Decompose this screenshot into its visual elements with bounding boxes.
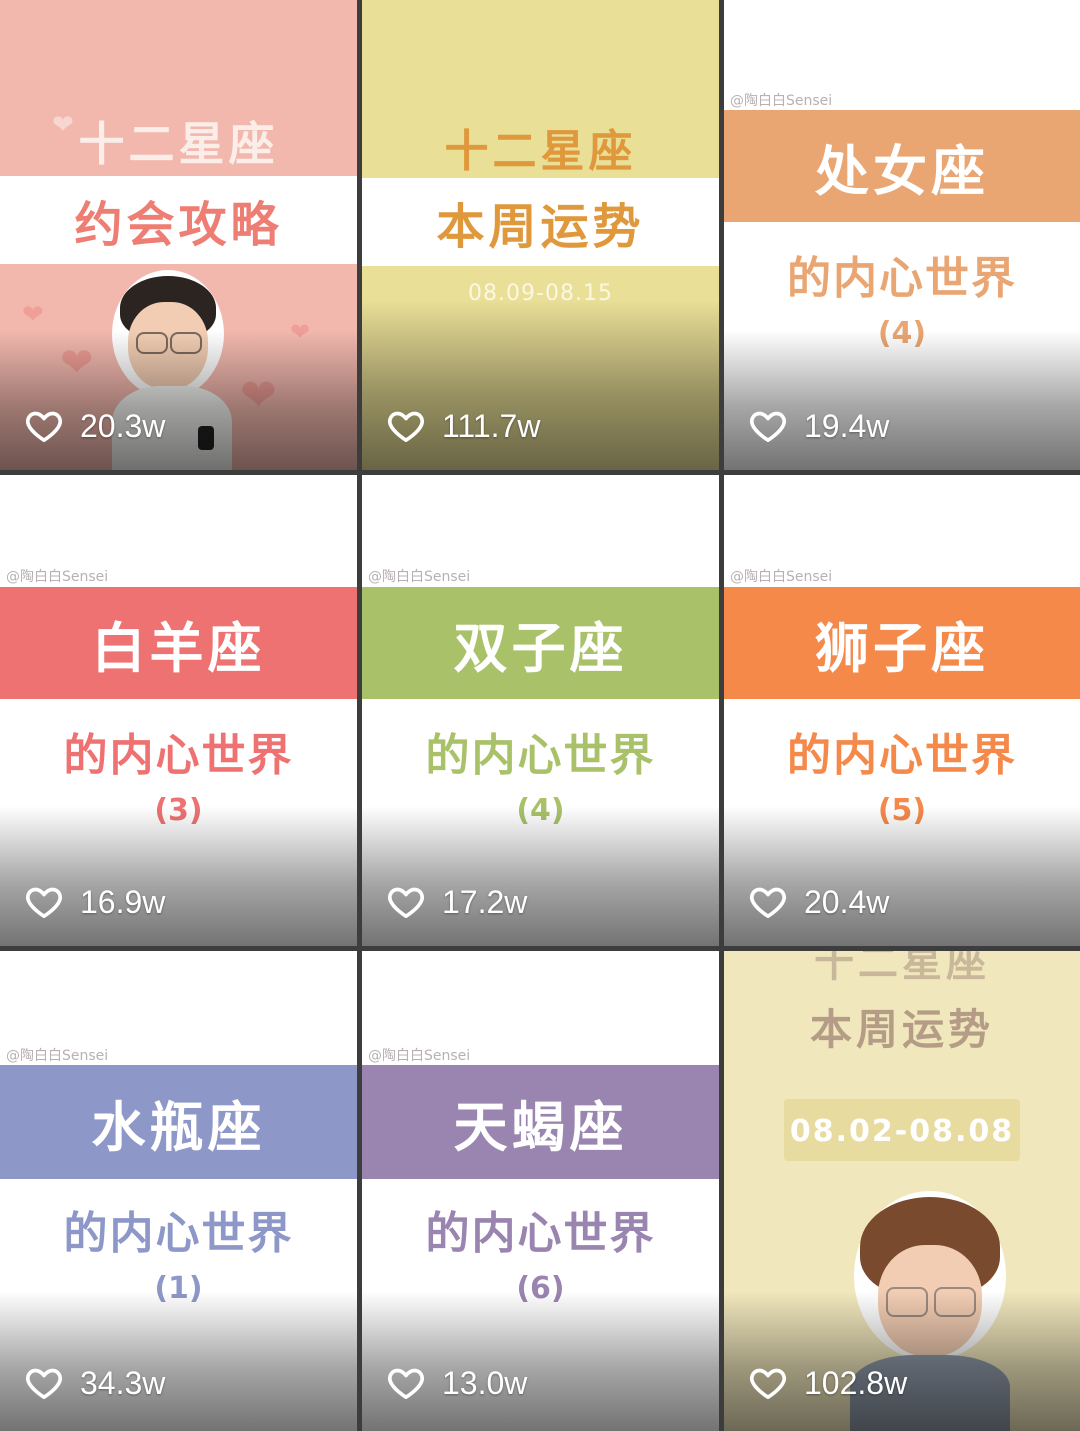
video-tile-8[interactable]: @陶白白Sensei 天蝎座 的内心世界 (6) 13.0w [362, 951, 719, 1431]
bottom-shade [362, 1291, 719, 1431]
title-band: 天蝎座 [362, 1065, 719, 1179]
like-count-text: 13.0w [442, 1364, 528, 1401]
title-band: 双子座 [362, 587, 719, 699]
date-range: 08.02-08.08 [789, 1113, 1015, 1149]
video-tile-5[interactable]: @陶白白Sensei 双子座 的内心世界 (4) 17.2w [362, 475, 719, 946]
video-tile-3[interactable]: @陶白白Sensei 处女座 的内心世界 (4) 19.4w [724, 0, 1080, 470]
title-band: 处女座 [724, 110, 1080, 222]
like-count: 20.4w [748, 882, 889, 922]
subtitle: 的内心世界 [787, 730, 1017, 781]
watermark: @陶白白Sensei [368, 569, 471, 585]
heart-outline-icon [26, 1368, 62, 1399]
like-count: 34.3w [24, 1363, 165, 1403]
like-count: 17.2w [386, 882, 527, 922]
subtitle: 的内心世界 [425, 1208, 656, 1259]
title-band: 白羊座 [0, 587, 357, 699]
heart-outline-icon [388, 887, 424, 918]
title-band: 狮子座 [724, 587, 1080, 699]
title-band: 本周运势 [809, 1004, 994, 1054]
title-band: 约会攻略 [0, 176, 357, 264]
heart-outline-icon [750, 411, 786, 442]
watermark: @陶白白Sensei [730, 93, 833, 109]
like-count-text: 19.4w [804, 407, 890, 444]
like-count-text: 17.2w [442, 883, 528, 920]
bottom-shade [0, 1291, 357, 1431]
video-tile-7[interactable]: @陶白白Sensei 水瓶座 的内心世界 (1) 34.3w [0, 951, 357, 1431]
subtitle: 的内心世界 [425, 730, 656, 781]
heart-outline-icon [388, 1368, 424, 1399]
top-title: 十二星座 [814, 951, 990, 986]
heart-outline-icon [26, 887, 62, 918]
like-count: 13.0w [386, 1363, 527, 1403]
like-count: 16.9w [24, 882, 165, 922]
bottom-shade [724, 806, 1080, 946]
like-count: 102.8w [748, 1363, 907, 1403]
top-title: 十二星座 [444, 126, 637, 177]
watermark: @陶白白Sensei [730, 569, 833, 585]
bottom-shade [0, 330, 357, 470]
like-count: 111.7w [386, 406, 540, 446]
like-count-text: 102.8w [804, 1364, 908, 1401]
video-tile-6[interactable]: @陶白白Sensei 狮子座 的内心世界 (5) 20.4w [724, 475, 1080, 946]
bottom-shade [0, 806, 357, 946]
bottom-shade [362, 806, 719, 946]
heart-outline-icon [750, 887, 786, 918]
heart-outline-icon [388, 411, 424, 442]
bottom-shade [724, 1291, 1080, 1431]
video-tile-4[interactable]: @陶白白Sensei 白羊座 的内心世界 (3) 16.9w [0, 475, 357, 946]
title-band: 本周运势 [362, 178, 719, 266]
heart-decoration-icon: ❤ [22, 300, 44, 330]
heart-outline-icon [26, 411, 62, 442]
like-count-text: 20.3w [80, 407, 166, 444]
subtitle: 的内心世界 [63, 1208, 294, 1259]
subtitle: 的内心世界 [787, 253, 1017, 304]
like-count-text: 20.4w [804, 883, 890, 920]
watermark: @陶白白Sensei [6, 1048, 109, 1064]
watermark: @陶白白Sensei [368, 1048, 471, 1064]
title-band: 水瓶座 [0, 1065, 357, 1179]
like-count-text: 34.3w [80, 1364, 166, 1401]
video-tile-2[interactable]: 十二星座 本周运势 08.09-08.15 111.7w [362, 0, 719, 470]
video-grid: ❤ ❤ ❤ ❤ ❤ 十二星座 约会攻略 20.3w 十二星座 本周运势 08.0… [0, 0, 1080, 1431]
like-count-text: 111.7w [442, 407, 541, 444]
like-count-text: 16.9w [80, 883, 166, 920]
like-count: 19.4w [748, 406, 889, 446]
video-tile-9[interactable]: 十二星座 本周运势 08.02-08.08 102.8w [724, 951, 1080, 1431]
watermark: @陶白白Sensei [6, 569, 109, 585]
top-title: 十二星座 [78, 117, 279, 171]
heart-outline-icon [750, 1368, 786, 1399]
video-tile-1[interactable]: ❤ ❤ ❤ ❤ ❤ 十二星座 约会攻略 20.3w [0, 0, 357, 470]
bottom-shade [724, 330, 1080, 470]
like-count: 20.3w [24, 406, 165, 446]
subtitle: 的内心世界 [63, 730, 294, 781]
